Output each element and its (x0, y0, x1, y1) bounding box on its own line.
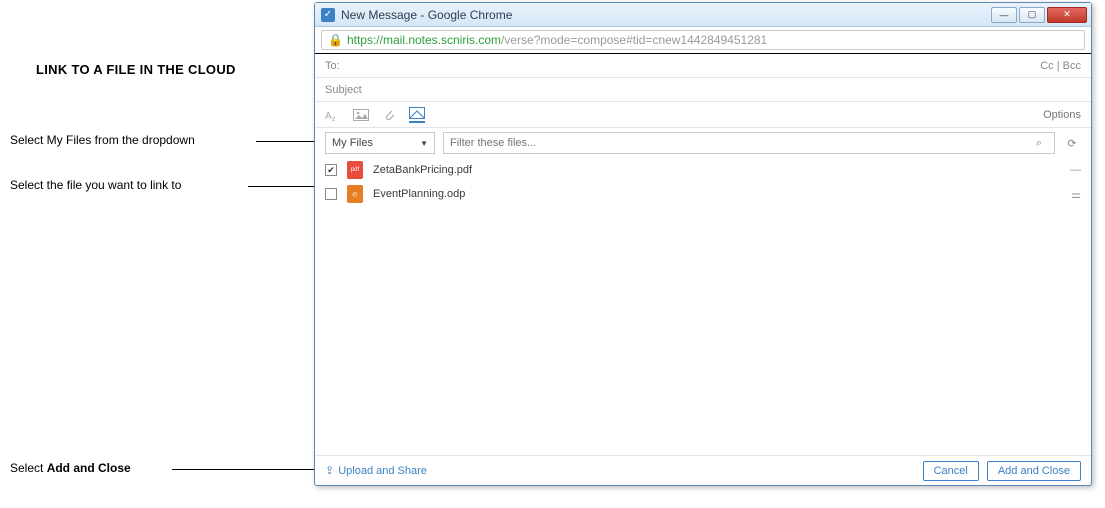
annotation-step-3-prefix: Select (10, 461, 47, 475)
cc-bcc-group: Cc | Bcc (1040, 60, 1081, 72)
file-name: ZetaBankPricing.pdf (373, 164, 472, 176)
link-cloud-file-icon[interactable] (409, 107, 425, 123)
upload-and-share-link[interactable]: ⇪ Upload and Share (325, 464, 427, 477)
search-icon[interactable]: ⌕ (1030, 134, 1048, 152)
cancel-button[interactable]: Cancel (923, 461, 979, 481)
source-dropdown[interactable]: My Files ▼ (325, 132, 435, 154)
to-row[interactable]: To: Cc | Bcc (315, 54, 1091, 78)
address-bar: 🔒 https://mail.notes.scniris.com/verse?m… (315, 27, 1091, 53)
add-and-close-button[interactable]: Add and Close (987, 461, 1081, 481)
svg-text:z: z (332, 116, 336, 122)
subject-row[interactable]: Subject (315, 78, 1091, 102)
insert-image-icon[interactable] (353, 107, 369, 123)
svg-text:A: A (325, 111, 332, 122)
file-row[interactable]: ✔ pdf ZetaBankPricing.pdf — (315, 158, 1091, 182)
titlebar[interactable]: ✓ New Message - Google Chrome — ▢ ✕ (315, 3, 1091, 27)
subject-placeholder: Subject (325, 84, 362, 96)
options-link[interactable]: Options (1043, 109, 1081, 121)
compose-toolbar: Az Options (315, 102, 1091, 128)
file-checkbox[interactable]: ✔ (325, 164, 337, 176)
url-path: /verse?mode=compose#tid=cnew144284945128… (501, 33, 767, 47)
close-button[interactable]: ✕ (1047, 7, 1087, 23)
dialog-footer: ⇪ Upload and Share Cancel Add and Close (315, 455, 1091, 485)
share-status-icon[interactable]: ⚌ (1071, 188, 1081, 201)
lock-icon: 🔒 (328, 33, 343, 47)
url-host: mail.notes.scniris.com (383, 33, 501, 47)
upload-label: Upload and Share (338, 465, 427, 477)
file-name: EventPlanning.odp (373, 188, 465, 200)
file-list: ✔ pdf ZetaBankPricing.pdf — ◴ EventPlann… (315, 158, 1091, 455)
odp-file-icon: ◴ (347, 185, 363, 203)
url-field[interactable]: 🔒 https://mail.notes.scniris.com/verse?m… (321, 30, 1085, 50)
refresh-icon[interactable]: ⟳ (1063, 134, 1081, 152)
filter-input[interactable] (450, 137, 1030, 149)
pdf-file-icon: pdf (347, 161, 363, 179)
maximize-button[interactable]: ▢ (1019, 7, 1045, 23)
attach-icon[interactable] (381, 107, 397, 123)
window-controls: — ▢ ✕ (991, 7, 1087, 23)
minimize-button[interactable]: — (991, 7, 1017, 23)
annotation-step-1: Select My Files from the dropdown (10, 133, 195, 147)
file-checkbox[interactable] (325, 188, 337, 200)
dropdown-selected: My Files (332, 137, 373, 149)
cc-link[interactable]: Cc (1040, 60, 1053, 72)
app-icon: ✓ (321, 8, 335, 22)
bcc-link[interactable]: Bcc (1063, 60, 1081, 72)
filter-field[interactable]: ⌕ (443, 132, 1055, 154)
file-row[interactable]: ◴ EventPlanning.odp ⚌ (315, 182, 1091, 206)
upload-icon: ⇪ (325, 464, 334, 477)
file-picker-controls: My Files ▼ ⌕ ⟳ (315, 128, 1091, 158)
annotation-step-3: Select Add and Close (10, 461, 131, 475)
compose-area: To: Cc | Bcc Subject Az Options (315, 53, 1091, 485)
chrome-window: ✓ New Message - Google Chrome — ▢ ✕ 🔒 ht… (314, 2, 1092, 486)
to-label: To: (325, 60, 340, 72)
annotation-heading: LINK TO A FILE IN THE CLOUD (36, 62, 236, 77)
format-text-icon[interactable]: Az (325, 107, 341, 123)
window-title: New Message - Google Chrome (341, 8, 512, 22)
annotation-step-3-bold: Add and Close (47, 461, 131, 475)
remove-file-icon[interactable]: — (1070, 164, 1081, 176)
chevron-down-icon: ▼ (420, 139, 428, 148)
annotation-step-2: Select the file you want to link to (10, 178, 181, 192)
url-scheme: https:// (347, 33, 383, 47)
